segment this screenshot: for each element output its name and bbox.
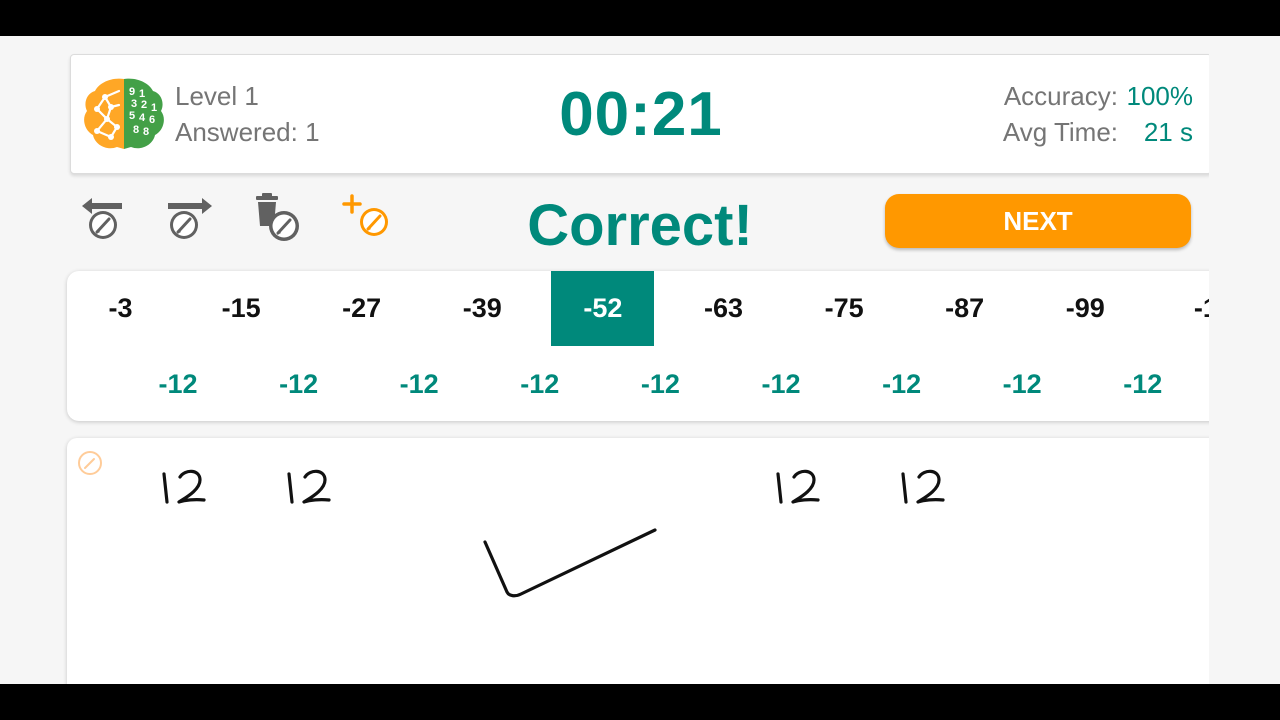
sequence-difference: -12 [1002, 368, 1042, 399]
drawing-pad[interactable] [67, 438, 1227, 684]
add-pen-icon [342, 194, 388, 236]
sequence-term[interactable]: -99 [1034, 271, 1137, 346]
sequence-difference: -12 [520, 368, 560, 399]
app-screen: 91 321 546 88 Level 1 Answered: 1 00:21 … [0, 36, 1280, 684]
sequence-panel: -3-15-27-39-52-63-75-87-99-1 -12 -12 -12 -12… [67, 271, 1227, 421]
accuracy-label: Accuracy: [1003, 81, 1118, 111]
redo-pen-icon [168, 198, 212, 239]
sequence-difference: -12 [399, 368, 439, 399]
sequence-difference: -12 [882, 368, 922, 399]
redo-pen-button[interactable] [160, 192, 216, 248]
accuracy-value: 100% [1126, 81, 1194, 111]
sequence-term[interactable]: -1 [1154, 271, 1210, 346]
sequence-difference: -12 [640, 368, 680, 399]
sequence-term[interactable]: -87 [913, 271, 1016, 346]
sequence-term[interactable]: -75 [793, 271, 896, 346]
sequence-difference: -12 [279, 368, 319, 399]
sequence-row: -3-15-27-39-52-63-75-87-99-1 -12 -12 -12 -12… [67, 271, 1210, 421]
sequence-term[interactable]: -3 [69, 271, 172, 346]
sequence-term[interactable]: -63 [672, 271, 775, 346]
clear-drawing-button[interactable] [250, 192, 306, 248]
next-button[interactable]: NEXT [885, 194, 1191, 248]
sequence-difference: -12 [761, 368, 801, 399]
sequence-term[interactable]: -39 [431, 271, 534, 346]
sequence-term[interactable]: -27 [310, 271, 413, 346]
stats-header: 91 321 546 88 Level 1 Answered: 1 00:21 … [70, 54, 1212, 174]
new-pen-button[interactable] [340, 192, 396, 248]
avg-time-label: Avg Time: [1002, 117, 1118, 147]
sequence-difference: -12 [1123, 368, 1163, 399]
clear-drawing-icon [256, 193, 299, 241]
sequence-term[interactable]: -15 [190, 271, 293, 346]
screen-edge [1209, 36, 1280, 684]
avg-time-value: 21 s [1143, 117, 1193, 147]
sequence-term[interactable]: -52 [551, 271, 655, 346]
sequence-difference: -12 [158, 368, 198, 399]
result-message: Correct! [527, 193, 753, 258]
handwriting-strokes [162, 469, 945, 598]
undo-pen-icon [82, 198, 122, 239]
undo-pen-button[interactable] [74, 192, 130, 248]
